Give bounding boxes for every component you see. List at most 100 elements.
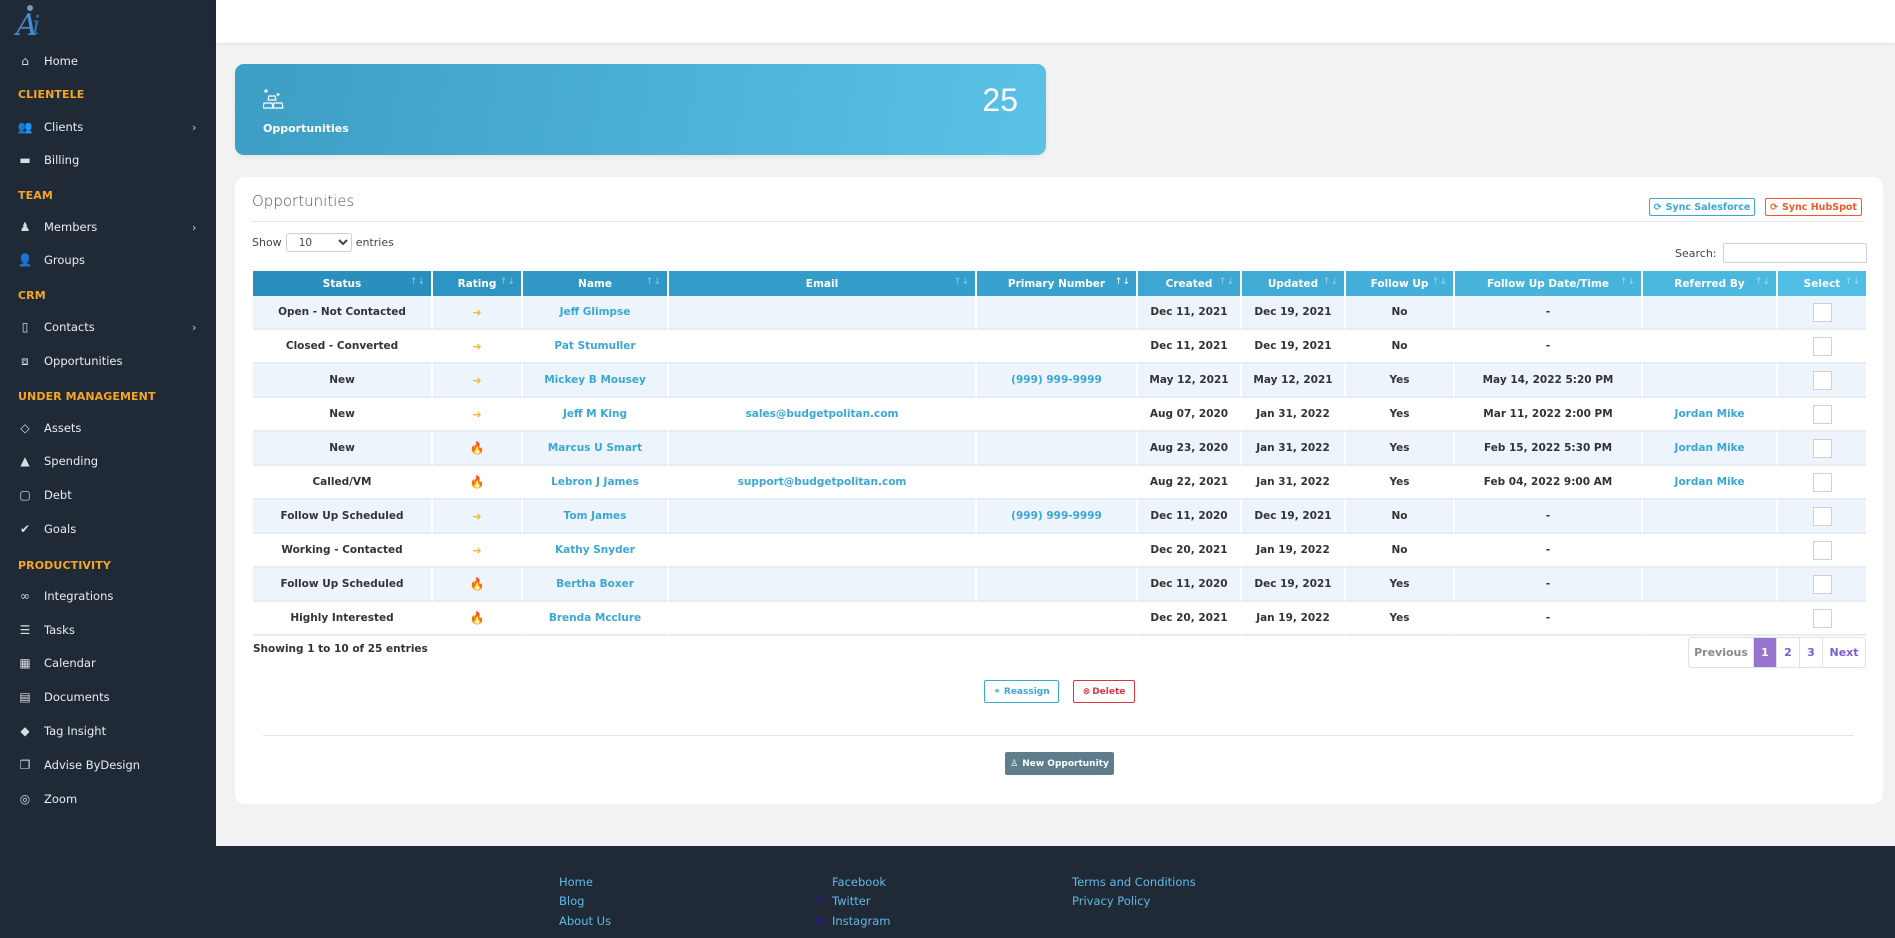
phone-link[interactable]: (999) 999-9999 bbox=[1011, 374, 1102, 386]
table-row[interactable]: Follow Up Scheduled➜Tom James(999) 999-9… bbox=[253, 500, 1866, 534]
name-link[interactable]: Marcus U Smart bbox=[548, 442, 642, 454]
row-select-checkbox[interactable] bbox=[1813, 541, 1832, 560]
copy-icon: ❐ bbox=[18, 758, 32, 772]
footer-link-twitter[interactable]: Twitter bbox=[832, 894, 871, 908]
sidebar-item-tag-insight[interactable]: ◆ Tag Insight bbox=[0, 718, 216, 744]
name-link[interactable]: Kathy Snyder bbox=[555, 544, 635, 556]
page-size-select[interactable]: 10 bbox=[286, 233, 352, 252]
page-3-button[interactable]: 3 bbox=[1800, 638, 1823, 667]
cell-email bbox=[669, 330, 977, 364]
cell-phone bbox=[977, 296, 1138, 330]
column-header-email[interactable]: Email↑↓ bbox=[669, 271, 977, 296]
footer-link-home[interactable]: Home bbox=[559, 875, 593, 889]
row-select-checkbox[interactable] bbox=[1813, 405, 1832, 424]
value-status: Working - Contacted bbox=[281, 544, 402, 556]
delete-button[interactable]: ⊗ Delete bbox=[1073, 680, 1135, 703]
column-header-name[interactable]: Name↑↓ bbox=[523, 271, 669, 296]
table-row[interactable]: Closed - Converted➜Pat StumullerDec 11, … bbox=[253, 330, 1866, 364]
sidebar-item-clients[interactable]: 👥 Clients › bbox=[0, 114, 216, 140]
sidebar-item-opportunities[interactable]: ⧈ Opportunities bbox=[0, 348, 216, 374]
column-header-status[interactable]: Status↑↓ bbox=[253, 271, 433, 296]
sync-hubspot-button[interactable]: ⟳ Sync HubSpot bbox=[1765, 198, 1862, 216]
sidebar-item-spending[interactable]: ▲ Spending bbox=[0, 448, 216, 474]
sidebar-item-home[interactable]: ⌂ Home bbox=[0, 48, 216, 74]
table-row[interactable]: Called/VM🔥Lebron J Jamessupport@budgetpo… bbox=[253, 466, 1866, 500]
phone-link[interactable]: (999) 999-9999 bbox=[1011, 510, 1102, 522]
cell-name: Mickey B Mousey bbox=[523, 364, 669, 398]
column-header-primary-number[interactable]: Primary Number↑↓ bbox=[977, 271, 1138, 296]
name-link[interactable]: Pat Stumuller bbox=[554, 340, 635, 352]
email-link[interactable]: sales@budgetpolitan.com bbox=[746, 408, 899, 420]
next-page-button[interactable]: Next bbox=[1823, 638, 1865, 667]
sidebar-item-contacts[interactable]: ▯ Contacts › bbox=[0, 314, 216, 340]
sidebar-item-calendar[interactable]: ▦ Calendar bbox=[0, 650, 216, 676]
sidebar-item-goals[interactable]: ✔ Goals bbox=[0, 516, 216, 542]
table-row[interactable]: Follow Up Scheduled🔥Bertha BoxerDec 11, … bbox=[253, 568, 1866, 602]
sidebar-item-assets[interactable]: ◇ Assets bbox=[0, 415, 216, 441]
row-select-checkbox[interactable] bbox=[1813, 303, 1832, 322]
reassign-button[interactable]: ⚭ Reassign bbox=[984, 680, 1059, 703]
opportunities-table: Status↑↓ Rating↑↓ Name↑↓ Email↑↓ Primary… bbox=[253, 271, 1866, 636]
referrer-link[interactable]: Jordan Mike bbox=[1675, 442, 1745, 454]
footer-link-instagram[interactable]: Instagram bbox=[832, 914, 891, 928]
new-opportunity-button[interactable]: ♙ New Opportunity bbox=[1005, 752, 1114, 775]
sidebar-item-integrations[interactable]: ∞ Integrations bbox=[0, 583, 216, 609]
cell-rating: ➜ bbox=[433, 500, 523, 534]
email-link[interactable]: support@budgetpolitan.com bbox=[738, 476, 907, 488]
page-1-button[interactable]: 1 bbox=[1754, 638, 1777, 667]
cell-rating: ➜ bbox=[433, 364, 523, 398]
table-row[interactable]: Working - Contacted➜Kathy SnyderDec 20, … bbox=[253, 534, 1866, 568]
name-link[interactable]: Jeff M King bbox=[563, 408, 627, 420]
user-plus-icon: ♙ bbox=[1010, 759, 1018, 769]
sidebar-item-billing[interactable]: ▬ Billing bbox=[0, 147, 216, 173]
sidebar-item-tasks[interactable]: ☰ Tasks bbox=[0, 617, 216, 643]
cell-referred-by bbox=[1643, 602, 1778, 636]
row-select-checkbox[interactable] bbox=[1813, 575, 1832, 594]
row-select-checkbox[interactable] bbox=[1813, 609, 1832, 628]
page-2-button[interactable]: 2 bbox=[1777, 638, 1800, 667]
footer-link-facebook[interactable]: Facebook bbox=[832, 875, 886, 889]
column-header-follow-up[interactable]: Follow Up↑↓ bbox=[1346, 271, 1455, 296]
name-link[interactable]: Brenda Mcclure bbox=[549, 612, 641, 624]
footer-link-blog[interactable]: Blog bbox=[559, 894, 584, 908]
column-header-created[interactable]: Created↑↓ bbox=[1138, 271, 1242, 296]
value-follow-up-dt: - bbox=[1546, 612, 1550, 624]
row-select-checkbox[interactable] bbox=[1813, 507, 1832, 526]
row-select-checkbox[interactable] bbox=[1813, 473, 1832, 492]
table-row[interactable]: New➜Jeff M Kingsales@budgetpolitan.comAu… bbox=[253, 398, 1866, 432]
table-row[interactable]: New🔥Marcus U SmartAug 23, 2020Jan 31, 20… bbox=[253, 432, 1866, 466]
footer-link-terms[interactable]: Terms and Conditions bbox=[1072, 875, 1196, 889]
sidebar-item-debt[interactable]: ▢ Debt bbox=[0, 482, 216, 508]
table-row[interactable]: New➜Mickey B Mousey(999) 999-9999May 12,… bbox=[253, 364, 1866, 398]
logo[interactable]: A i bbox=[14, 2, 58, 40]
search-input[interactable] bbox=[1723, 243, 1867, 263]
sidebar-item-zoom[interactable]: ◎ Zoom bbox=[0, 786, 216, 812]
name-link[interactable]: Mickey B Mousey bbox=[544, 374, 646, 386]
column-header-referred-by[interactable]: Referred By↑↓ bbox=[1643, 271, 1778, 296]
name-link[interactable]: Lebron J James bbox=[551, 476, 639, 488]
name-link[interactable]: Jeff Glimpse bbox=[560, 306, 631, 318]
row-select-checkbox[interactable] bbox=[1813, 337, 1832, 356]
row-select-checkbox[interactable] bbox=[1813, 439, 1832, 458]
name-link[interactable]: Bertha Boxer bbox=[556, 578, 634, 590]
column-header-follow-up-datetime[interactable]: Follow Up Date/Time↑↓ bbox=[1455, 271, 1643, 296]
column-header-select[interactable]: Select↑↓ bbox=[1778, 271, 1866, 296]
user-tie-icon: ♟ bbox=[18, 220, 32, 234]
sidebar-item-advise-bydesign[interactable]: ❐ Advise ByDesign bbox=[0, 752, 216, 778]
sidebar-item-groups[interactable]: 👤 Groups bbox=[0, 247, 216, 273]
previous-page-button[interactable]: Previous bbox=[1689, 638, 1754, 667]
sidebar-item-members[interactable]: ♟ Members › bbox=[0, 214, 216, 240]
footer-link-privacy[interactable]: Privacy Policy bbox=[1072, 894, 1150, 908]
referrer-link[interactable]: Jordan Mike bbox=[1675, 408, 1745, 420]
sidebar-item-documents[interactable]: ▤ Documents bbox=[0, 684, 216, 710]
name-link[interactable]: Tom James bbox=[564, 510, 627, 522]
column-header-updated[interactable]: Updated↑↓ bbox=[1242, 271, 1346, 296]
table-row[interactable]: Highly Interested🔥Brenda McclureDec 20, … bbox=[253, 602, 1866, 636]
column-header-rating[interactable]: Rating↑↓ bbox=[433, 271, 523, 296]
row-select-checkbox[interactable] bbox=[1813, 371, 1832, 390]
sync-salesforce-button[interactable]: ⟳ Sync Salesforce bbox=[1649, 198, 1755, 216]
arrow-icon: ➜ bbox=[472, 374, 481, 387]
referrer-link[interactable]: Jordan Mike bbox=[1675, 476, 1745, 488]
table-row[interactable]: Open - Not Contacted➜Jeff GlimpseDec 11,… bbox=[253, 296, 1866, 330]
footer-link-about-us[interactable]: About Us bbox=[559, 914, 611, 928]
